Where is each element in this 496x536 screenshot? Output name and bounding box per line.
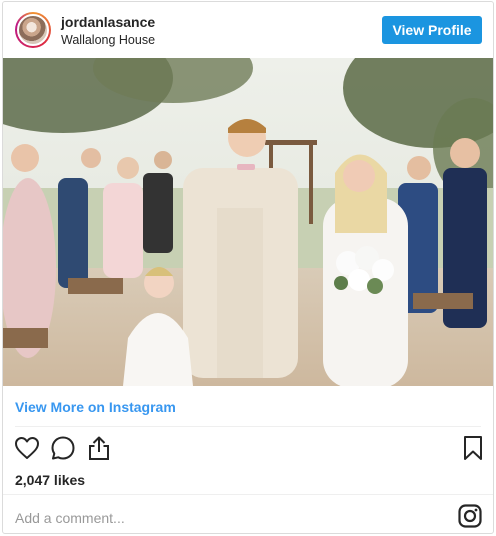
wedding-photo-image bbox=[3, 58, 493, 386]
location[interactable]: Wallalong House bbox=[61, 33, 155, 47]
avatar[interactable] bbox=[15, 12, 51, 48]
avatar-image bbox=[17, 14, 49, 46]
view-more-link[interactable]: View More on Instagram bbox=[15, 399, 176, 415]
instagram-logo-icon[interactable] bbox=[458, 504, 482, 528]
username[interactable]: jordanlasance bbox=[61, 14, 155, 30]
share-icon[interactable] bbox=[85, 434, 113, 462]
view-profile-button[interactable]: View Profile bbox=[382, 16, 482, 44]
divider bbox=[15, 426, 481, 427]
post-photo[interactable] bbox=[3, 58, 493, 386]
divider bbox=[3, 494, 493, 495]
bookmark-icon[interactable] bbox=[459, 434, 487, 462]
heart-icon[interactable] bbox=[13, 434, 41, 462]
comment-bubble-icon[interactable] bbox=[49, 434, 77, 462]
instagram-embed-card: jordanlasance Wallalong House View Profi… bbox=[2, 1, 494, 534]
post-header: jordanlasance Wallalong House View Profi… bbox=[3, 2, 493, 58]
comment-input[interactable] bbox=[15, 508, 435, 528]
likes-count[interactable]: 2,047 likes bbox=[15, 472, 85, 488]
action-bar bbox=[3, 434, 493, 466]
